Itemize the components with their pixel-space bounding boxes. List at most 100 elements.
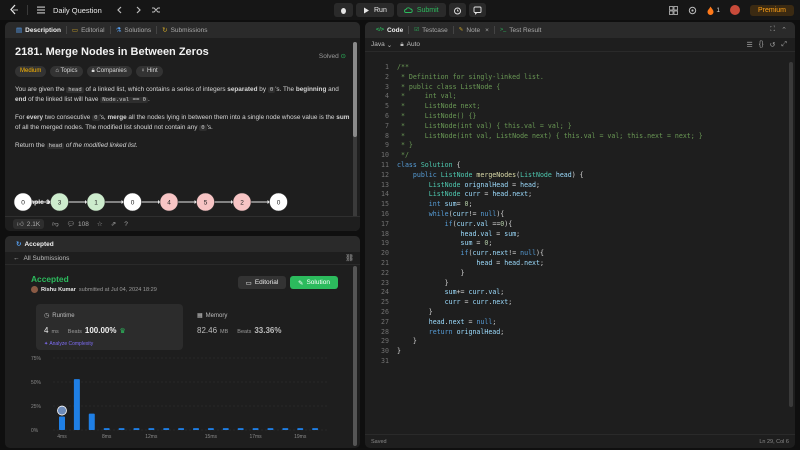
runtime-bar[interactable]: [133, 428, 140, 430]
chevron-left-icon[interactable]: [114, 4, 126, 16]
code-line[interactable]: 31: [365, 357, 795, 367]
analyze-complexity-link[interactable]: ✦ Analyze Complexity: [44, 341, 93, 347]
user-name[interactable]: Rishu Kumar: [41, 287, 76, 293]
premium-button[interactable]: Premium: [749, 4, 794, 16]
code-line[interactable]: 30}: [365, 347, 795, 357]
description-scrollbar-thumb[interactable]: [353, 42, 357, 137]
autocomplete-toggle[interactable]: 🔒︎ Auto: [400, 41, 420, 49]
runtime-bar[interactable]: [222, 428, 229, 430]
code-line[interactable]: 6 * ListNode() {}: [365, 112, 795, 122]
solution-button[interactable]: ✎ Solution: [290, 276, 338, 289]
code-line[interactable]: 25 curr = curr.next;: [365, 298, 795, 308]
topics-tag[interactable]: ⌂ Topics: [50, 66, 83, 77]
link-icon[interactable]: ⛓: [345, 254, 354, 262]
runtime-bar[interactable]: [267, 428, 274, 430]
accepted-scrollbar-thumb[interactable]: [353, 266, 357, 446]
runtime-bar[interactable]: [163, 428, 170, 430]
code-line[interactable]: 13 ListNode orignalHead = head;: [365, 181, 795, 191]
tab-description[interactable]: ▤ Description: [11, 22, 66, 38]
difficulty-badge[interactable]: Medium: [15, 66, 47, 77]
runtime-bar[interactable]: [312, 428, 319, 430]
like-button[interactable]: 👍︎ 2.1K: [13, 219, 45, 229]
thumbs-down-icon[interactable]: 👎︎: [52, 220, 59, 228]
code-line[interactable]: 14 ListNode curr = head.next;: [365, 190, 795, 200]
share-icon[interactable]: ⇗: [111, 220, 116, 228]
runtime-bar[interactable]: [282, 428, 289, 430]
timer-button[interactable]: [448, 3, 466, 17]
hint-tag[interactable]: ♀ Hint: [135, 66, 163, 77]
code-line[interactable]: 20 if(curr.next!= null){: [365, 249, 795, 259]
tab-note[interactable]: ✎ Note ×: [454, 22, 494, 38]
tab-accepted[interactable]: ↻ Accepted: [11, 236, 59, 252]
code-area[interactable]: 1 /** 2 * Definition for singly-linked lis…: [365, 62, 795, 434]
help-icon[interactable]: ?: [124, 221, 128, 228]
code-line[interactable]: 10 */: [365, 151, 795, 161]
code-line[interactable]: 26 }: [365, 308, 795, 318]
code-line[interactable]: 15 int sum= 0;: [365, 200, 795, 210]
maximize-icon[interactable]: ⛶: [770, 26, 775, 34]
code-line[interactable]: 9 * }: [365, 141, 795, 151]
code-line[interactable]: 1 /**: [365, 63, 795, 73]
grid-layout-icon[interactable]: [669, 5, 679, 15]
runtime-bar[interactable]: [103, 428, 110, 430]
runtime-bar[interactable]: [88, 413, 95, 430]
code-line[interactable]: 4 * int val;: [365, 92, 795, 102]
reset-icon[interactable]: ↺: [770, 41, 776, 49]
runtime-bar[interactable]: [73, 379, 80, 430]
notes-button[interactable]: [468, 3, 486, 17]
runtime-bar[interactable]: [178, 428, 185, 430]
code-line[interactable]: 11 class Solution {: [365, 161, 795, 171]
user-avatar[interactable]: [729, 5, 740, 15]
close-icon[interactable]: ×: [485, 27, 489, 34]
comments-button[interactable]: 💬︎ 108: [67, 220, 89, 229]
tab-solutions[interactable]: ⚗ Solutions: [111, 22, 157, 38]
fullscreen-icon[interactable]: ⤢: [781, 41, 787, 49]
code-line[interactable]: 16 while(curr!= null){: [365, 210, 795, 220]
code-line[interactable]: 29 }: [365, 337, 795, 347]
memory-card[interactable]: ▦ Memory 82.46 MB Beats 33.36%: [189, 304, 339, 350]
runtime-bar[interactable]: [118, 428, 125, 430]
chevron-right-icon[interactable]: [132, 4, 144, 16]
star-icon[interactable]: ☆: [97, 220, 103, 228]
leetcode-logo-icon[interactable]: [8, 4, 20, 16]
code-line[interactable]: 7 * ListNode(int val) { this.val = val; …: [365, 122, 795, 132]
settings-gear-icon[interactable]: [688, 6, 697, 15]
runtime-bar[interactable]: [252, 428, 259, 430]
code-line[interactable]: 23 }: [365, 279, 795, 289]
code-line[interactable]: 19 sum = 0;: [365, 239, 795, 249]
back-to-submissions[interactable]: ← All Submissions: [5, 252, 360, 265]
code-line[interactable]: 21 head = head.next;: [365, 259, 795, 269]
code-line[interactable]: 17 if(curr.val ==0){: [365, 220, 795, 230]
code-line[interactable]: 22 }: [365, 269, 795, 279]
companies-tag[interactable]: 🔒︎ Companies: [86, 66, 132, 77]
tab-code[interactable]: </> Code: [371, 22, 408, 38]
debug-button[interactable]: [334, 3, 353, 17]
editor-scrollbar-thumb[interactable]: [789, 62, 793, 407]
tab-testcase[interactable]: ☑ Testcase: [409, 22, 453, 38]
code-line[interactable]: 27 head.next = null;: [365, 318, 795, 328]
bookmark-icon[interactable]: ☰: [747, 41, 753, 49]
streak-flame-icon[interactable]: 1: [707, 6, 720, 15]
runtime-bar[interactable]: [237, 428, 244, 430]
runtime-bar[interactable]: [193, 428, 199, 430]
shuffle-icon[interactable]: [150, 4, 162, 16]
editorial-button[interactable]: ▭ Editorial: [238, 276, 286, 289]
braces-icon[interactable]: {}: [759, 41, 764, 49]
runtime-bar[interactable]: [207, 428, 214, 430]
tab-test-result[interactable]: >_ Test Result: [495, 22, 546, 38]
tab-editorial[interactable]: ▭ Editorial: [67, 22, 110, 38]
code-line[interactable]: 2 * Definition for singly-linked list.: [365, 73, 795, 83]
chevron-up-icon[interactable]: ⌃: [781, 26, 787, 34]
submit-button[interactable]: Submit: [396, 3, 446, 17]
code-line[interactable]: 12 public ListNode mergeNodes(ListNode h…: [365, 171, 795, 181]
code-line[interactable]: 28 return orignalHead;: [365, 328, 795, 338]
runtime-bar[interactable]: [148, 428, 155, 430]
code-line[interactable]: 18 head.val = sum;: [365, 230, 795, 240]
code-line[interactable]: 3 * public class ListNode {: [365, 83, 795, 93]
run-button[interactable]: Run: [356, 3, 394, 17]
runtime-bar[interactable]: [59, 416, 65, 430]
runtime-card[interactable]: ◷ Runtime 4 ms Beats 100.00% ♛ ✦ Analyze …: [36, 304, 183, 350]
runtime-bar[interactable]: [297, 428, 304, 430]
code-line[interactable]: 5 * ListNode next;: [365, 102, 795, 112]
page-title[interactable]: Daily Question: [53, 6, 102, 15]
